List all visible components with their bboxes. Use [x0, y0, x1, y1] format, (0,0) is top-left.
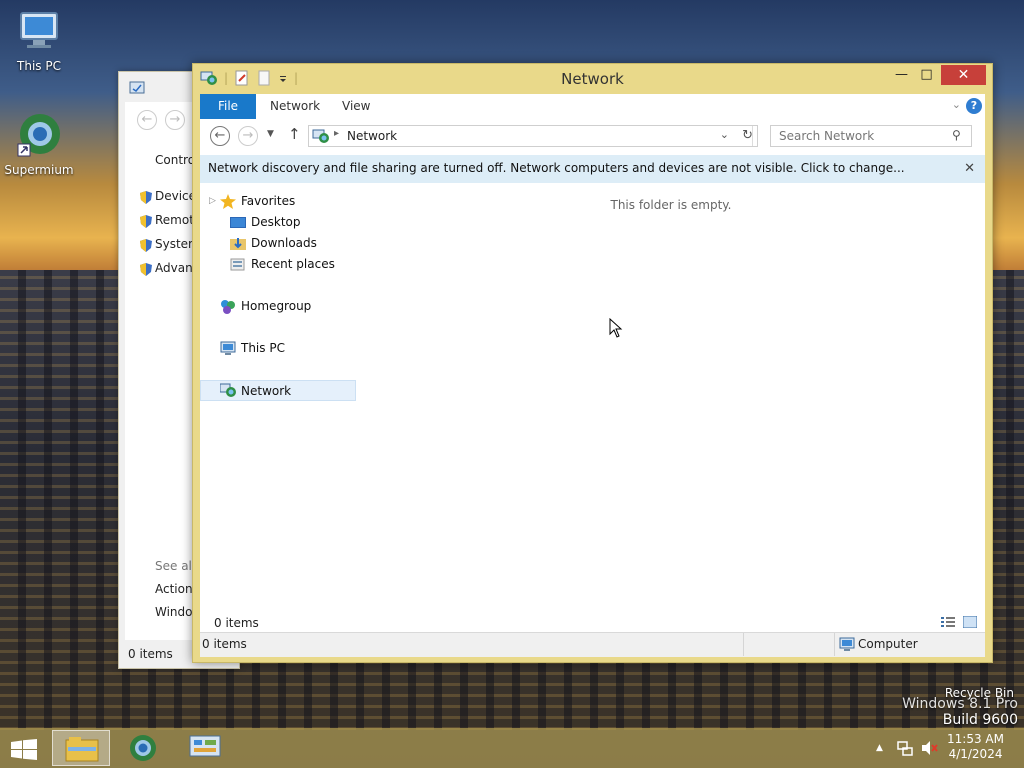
windows-update-link[interactable]: Windo: [155, 605, 193, 619]
search-input[interactable]: Search Network: [770, 125, 972, 147]
file-list-area[interactable]: This folder is empty.: [357, 183, 985, 614]
close-button[interactable]: ✕: [941, 65, 986, 85]
taskbar-file-explorer[interactable]: [52, 730, 110, 766]
maximize-button[interactable]: □: [913, 65, 940, 85]
taskbar-supermium[interactable]: [114, 730, 172, 766]
desktop-icon-label: Supermium: [4, 163, 74, 177]
nav-item-desktop[interactable]: Desktop: [200, 212, 356, 233]
start-button[interactable]: [0, 730, 48, 766]
forward-button[interactable]: →: [238, 126, 258, 146]
nav-item-this-pc[interactable]: This PC: [200, 338, 356, 359]
infobar-message[interactable]: Network discovery and file sharing are t…: [208, 161, 905, 175]
status-bar-text: 0 items: [128, 647, 173, 661]
recent-places-icon: [230, 258, 245, 271]
shield-icon: [140, 215, 152, 228]
desktop-icon-supermium[interactable]: Supermium: [0, 112, 78, 177]
breadcrumb-chevron-icon[interactable]: ▸: [334, 128, 339, 139]
item-count: 0 items: [214, 616, 259, 630]
back-button[interactable]: ←: [137, 110, 157, 130]
supermium-icon: [130, 735, 156, 761]
computer-icon: [839, 637, 855, 651]
volume-muted-icon[interactable]: [921, 740, 939, 756]
window-title: Network: [561, 70, 624, 88]
nav-label: Network: [241, 384, 292, 398]
recent-locations-chevron-icon[interactable]: ▼: [267, 129, 274, 139]
window-client-area: File Network View ⌄ ? ← → ▼ ↑ ▸ Network …: [200, 94, 985, 657]
watermark-build: Build 9600: [942, 712, 1018, 728]
nav-item-homegroup[interactable]: Homegroup: [200, 296, 356, 317]
status-divider: [834, 633, 835, 656]
empty-folder-message: This folder is empty.: [610, 198, 732, 212]
network-icon: [220, 383, 236, 397]
clock-time: 11:53 AM: [947, 732, 1004, 746]
breadcrumb-network[interactable]: Network: [347, 129, 397, 143]
computer-icon: [220, 341, 236, 355]
address-row: ← → ▼ ↑ ▸ Network ⌄ ↻ Search Network ⚲: [200, 119, 985, 155]
panel-link[interactable]: Contro: [155, 153, 195, 167]
taskbar: ▲ 11:53 AM 4/1/2024: [0, 728, 1024, 768]
network-status-icon[interactable]: [897, 740, 913, 756]
mouse-cursor-icon: [609, 318, 623, 338]
explorer-window[interactable]: | | Network — □ ✕ File Network View ⌄ ? …: [192, 63, 993, 663]
nav-item-network[interactable]: Network: [200, 380, 356, 401]
nav-item-favorites[interactable]: ▷ Favorites: [200, 191, 356, 212]
control-panel-icon: [189, 735, 221, 757]
desktop-folder-icon: [230, 217, 246, 228]
close-icon[interactable]: ✕: [964, 155, 975, 182]
desktop-icon-this-pc[interactable]: This PC: [0, 10, 78, 73]
nav-label: Favorites: [241, 194, 296, 208]
taskbar-control-panel[interactable]: [176, 730, 234, 766]
status-item-count: 0 items: [202, 637, 247, 651]
refresh-icon[interactable]: ↻: [742, 128, 753, 143]
help-icon[interactable]: ?: [966, 98, 982, 114]
tab-file[interactable]: File: [200, 94, 256, 119]
network-icon: [312, 129, 329, 143]
item-count-bar: 0 items: [200, 614, 985, 633]
downloads-folder-icon: [230, 238, 246, 250]
up-arrow-icon[interactable]: ↑: [288, 125, 301, 143]
tab-network[interactable]: Network: [270, 94, 320, 119]
network-discovery-infobar[interactable]: Network discovery and file sharing are t…: [200, 155, 985, 184]
file-explorer-icon: [65, 737, 99, 762]
action-center-link[interactable]: Action: [155, 582, 193, 596]
status-bar: 0 items Computer: [200, 632, 985, 657]
control-panel-icon: [129, 81, 145, 94]
minimize-button[interactable]: —: [888, 65, 915, 85]
nav-label: Homegroup: [241, 299, 312, 313]
back-button[interactable]: ←: [210, 126, 230, 146]
computer-icon: [20, 12, 58, 48]
forward-button[interactable]: →: [165, 110, 185, 130]
homegroup-icon: [221, 300, 235, 314]
watermark-edition: Windows 8.1 Pro: [902, 696, 1018, 712]
system-clock[interactable]: 11:53 AM 4/1/2024: [947, 732, 1004, 762]
navigation-pane: ▷ Favorites Desktop Downloads Recent pla…: [200, 183, 358, 614]
search-icon[interactable]: ⚲: [952, 128, 961, 142]
address-dropdown-icon[interactable]: ⌄: [720, 128, 729, 141]
nav-label: Desktop: [251, 215, 301, 229]
shield-icon: [140, 191, 152, 204]
title-bar[interactable]: | | Network — □ ✕: [193, 64, 992, 94]
nav-label: Downloads: [251, 236, 317, 250]
status-zone: Computer: [858, 637, 918, 651]
shield-icon: [140, 239, 152, 252]
show-hidden-icons-chevron-icon[interactable]: ▲: [876, 743, 883, 753]
desktop-icon-label: This PC: [17, 59, 61, 73]
windows-logo-icon: [11, 739, 37, 760]
address-bar[interactable]: ▸ Network ⌄ ↻: [308, 125, 758, 147]
expand-ribbon-chevron-icon[interactable]: ⌄: [952, 98, 961, 111]
tab-view[interactable]: View: [342, 94, 370, 119]
nav-item-downloads[interactable]: Downloads: [200, 233, 356, 254]
os-watermark: Recycle Bin Windows 8.1 Pro Build 9600: [902, 686, 1018, 728]
star-icon: [220, 194, 236, 209]
nav-label: Recent places: [251, 257, 335, 271]
shield-icon: [140, 263, 152, 276]
ribbon-tabs: File Network View ⌄ ?: [200, 94, 985, 120]
clock-date: 4/1/2024: [948, 747, 1003, 761]
expand-chevron-icon[interactable]: ▷: [209, 191, 216, 212]
nav-label: This PC: [241, 341, 285, 355]
device-manager-link[interactable]: Device: [155, 189, 196, 203]
supermium-icon: [17, 114, 60, 157]
status-divider: [743, 633, 744, 656]
nav-item-recent-places[interactable]: Recent places: [200, 254, 356, 275]
